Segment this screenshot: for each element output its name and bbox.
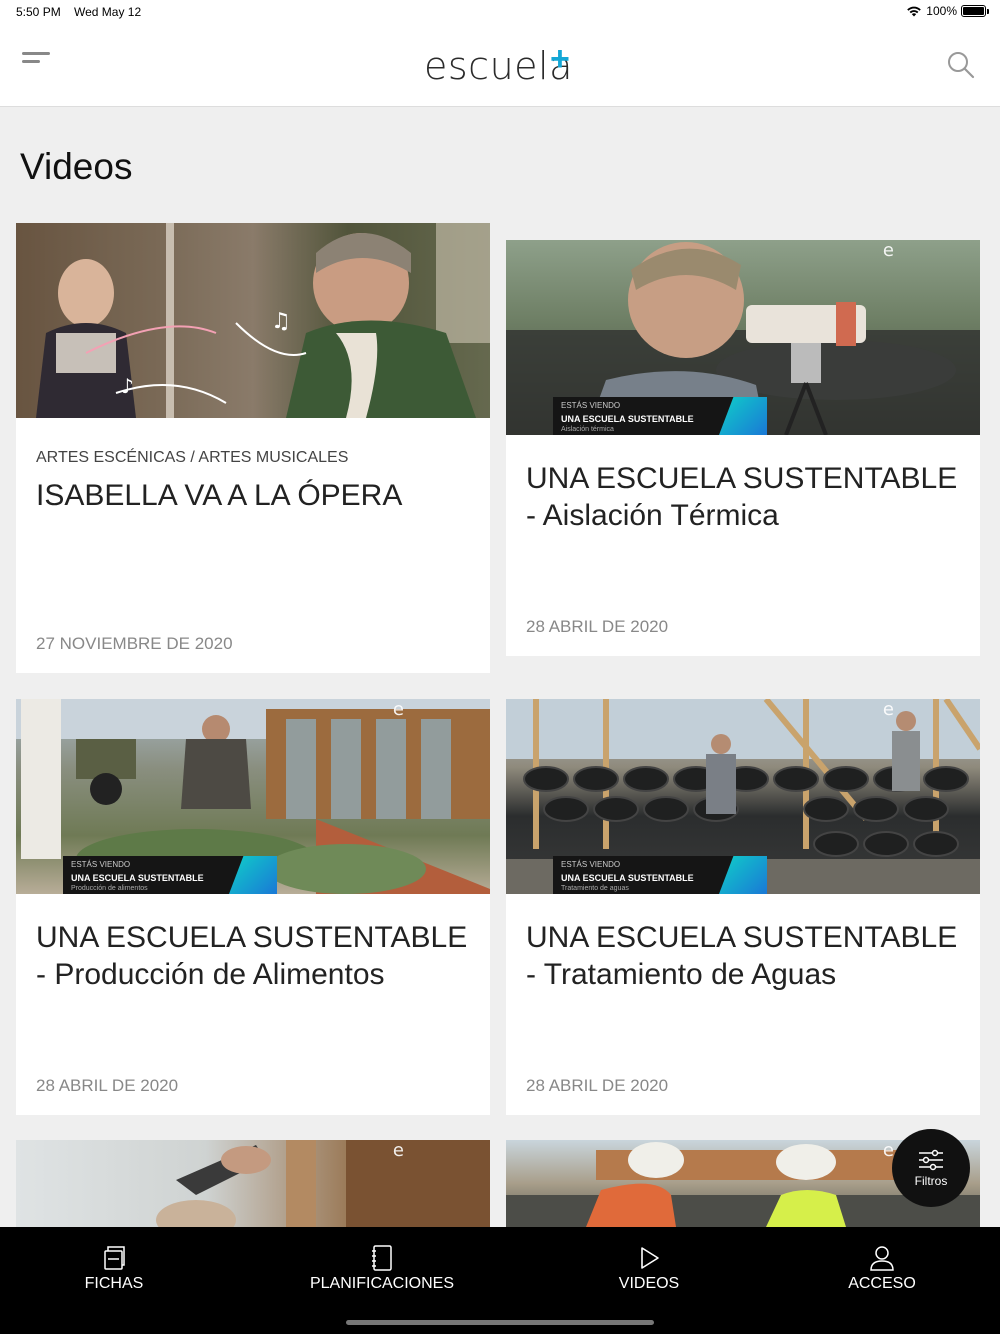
svg-text:♪: ♪ — [121, 374, 134, 398]
video-overlay-banner: ESTÁS VIENDO UNA ESCUELA SUSTENTABLE Pro… — [63, 856, 277, 894]
overlay-line3: Producción de alimentos — [71, 885, 148, 892]
overlay-line1: ESTÁS VIENDO — [561, 401, 621, 410]
card-date: 28 ABRIL DE 2020 — [526, 1076, 669, 1095]
card-date: 27 NOVIEMBRE DE 2020 — [36, 634, 233, 653]
channel-logo-icon: e — [882, 699, 894, 720]
tab-planificaciones[interactable]: PLANIFICACIONES — [302, 1245, 462, 1293]
card-category: ARTES ESCÉNICAS / ARTES MUSICALES — [36, 449, 349, 466]
status-date: Wed May 12 — [74, 5, 142, 19]
tab-label: ACCESO — [848, 1275, 916, 1292]
battery-icon — [961, 5, 989, 17]
card-title: ISABELLA VA A LA ÓPERA — [36, 479, 403, 512]
status-right: 100% — [906, 4, 989, 18]
video-card-isabella[interactable]: ♫ ♪ ARTES ESCÉNICAS / ARTES MUSICALES IS… — [16, 223, 490, 673]
menu-line — [22, 60, 40, 63]
menu-line — [22, 52, 50, 55]
overlay-line1: ESTÁS VIENDO — [561, 860, 621, 869]
tab-label: PLANIFICACIONES — [309, 1275, 455, 1292]
card-date: 28 ABRIL DE 2020 — [526, 617, 669, 636]
status-bar: 5:50 PM Wed May 12 100% — [0, 0, 1000, 24]
wifi-icon — [907, 6, 922, 17]
filters-button[interactable]: Filtros — [892, 1129, 970, 1207]
overlay-accent — [719, 856, 767, 894]
video-thumbnail: ♫ ♪ — [16, 223, 490, 418]
tab-label: FICHAS — [84, 1275, 144, 1292]
overlay-accent — [719, 397, 767, 435]
tab-videos[interactable]: VIDEOS — [609, 1245, 689, 1293]
video-card-produccion[interactable]: ESTÁS VIENDO UNA ESCUELA SUSTENTABLE Pro… — [16, 699, 490, 1115]
channel-logo-icon: e — [882, 240, 894, 261]
video-card-partial-left[interactable]: e — [16, 1140, 490, 1227]
tab-label: VIDEOS — [618, 1275, 680, 1292]
search-icon — [948, 52, 975, 79]
svg-text:♫: ♫ — [271, 309, 291, 334]
logo-plus: + — [550, 40, 570, 78]
overlay-line2: UNA ESCUELA SUSTENTABLE — [561, 414, 694, 424]
video-thumbnail: ESTÁS VIENDO UNA ESCUELA SUSTENTABLE Tra… — [506, 699, 980, 894]
search-button[interactable] — [946, 50, 976, 80]
sliders-icon — [919, 1149, 943, 1171]
logo[interactable]: escuela + — [424, 40, 573, 94]
card-title: UNA ESCUELA SUSTENTABLE - Aislación Térm… — [526, 462, 958, 532]
video-card-aislacion[interactable]: ESTÁS VIENDO UNA ESCUELA SUSTENTABLE Ais… — [506, 240, 980, 656]
video-overlay-banner: ESTÁS VIENDO UNA ESCUELA SUSTENTABLE Tra… — [553, 856, 767, 894]
card-title: UNA ESCUELA SUSTENTABLE - Producción de … — [36, 921, 468, 991]
menu-button[interactable] — [22, 52, 52, 72]
notebook-icon — [372, 1245, 392, 1271]
overlay-line1: ESTÁS VIENDO — [71, 860, 131, 869]
tab-acceso[interactable]: ACCESO — [840, 1245, 924, 1293]
user-icon — [870, 1246, 894, 1271]
battery-percent: 100% — [926, 4, 957, 18]
play-icon — [641, 1247, 659, 1269]
filters-label: Filtros — [914, 1174, 948, 1188]
overlay-line2: UNA ESCUELA SUSTENTABLE — [71, 873, 204, 883]
overlay-line2: UNA ESCUELA SUSTENTABLE — [561, 873, 694, 883]
overlay-accent — [229, 856, 277, 894]
bottom-tab-bar: FICHAS PLANIFICACIONES VIDEOS ACCESO — [0, 1227, 1000, 1334]
status-time: 5:50 PM — [16, 5, 61, 19]
cards-icon — [104, 1246, 125, 1270]
card-date: 28 ABRIL DE 2020 — [36, 1076, 179, 1095]
channel-logo-icon: e — [392, 1140, 404, 1161]
video-thumbnail: e — [16, 1140, 490, 1227]
card-title: UNA ESCUELA SUSTENTABLE - Tratamiento de… — [526, 921, 958, 991]
overlay-line3: Tratamiento de aguas — [561, 885, 629, 892]
home-indicator — [346, 1320, 654, 1325]
page-title: Videos — [20, 146, 133, 187]
video-overlay-banner: ESTÁS VIENDO UNA ESCUELA SUSTENTABLE Ais… — [553, 397, 767, 435]
app-header: escuela + — [0, 24, 1000, 107]
video-thumbnail: ESTÁS VIENDO UNA ESCUELA SUSTENTABLE Pro… — [16, 699, 490, 894]
tab-fichas[interactable]: FICHAS — [70, 1245, 158, 1293]
video-card-tratamiento[interactable]: ESTÁS VIENDO UNA ESCUELA SUSTENTABLE Tra… — [506, 699, 980, 1115]
channel-logo-icon: e — [392, 699, 404, 720]
video-thumbnail: ESTÁS VIENDO UNA ESCUELA SUSTENTABLE Ais… — [506, 240, 980, 435]
overlay-line3: Aislación térmica — [561, 426, 614, 433]
